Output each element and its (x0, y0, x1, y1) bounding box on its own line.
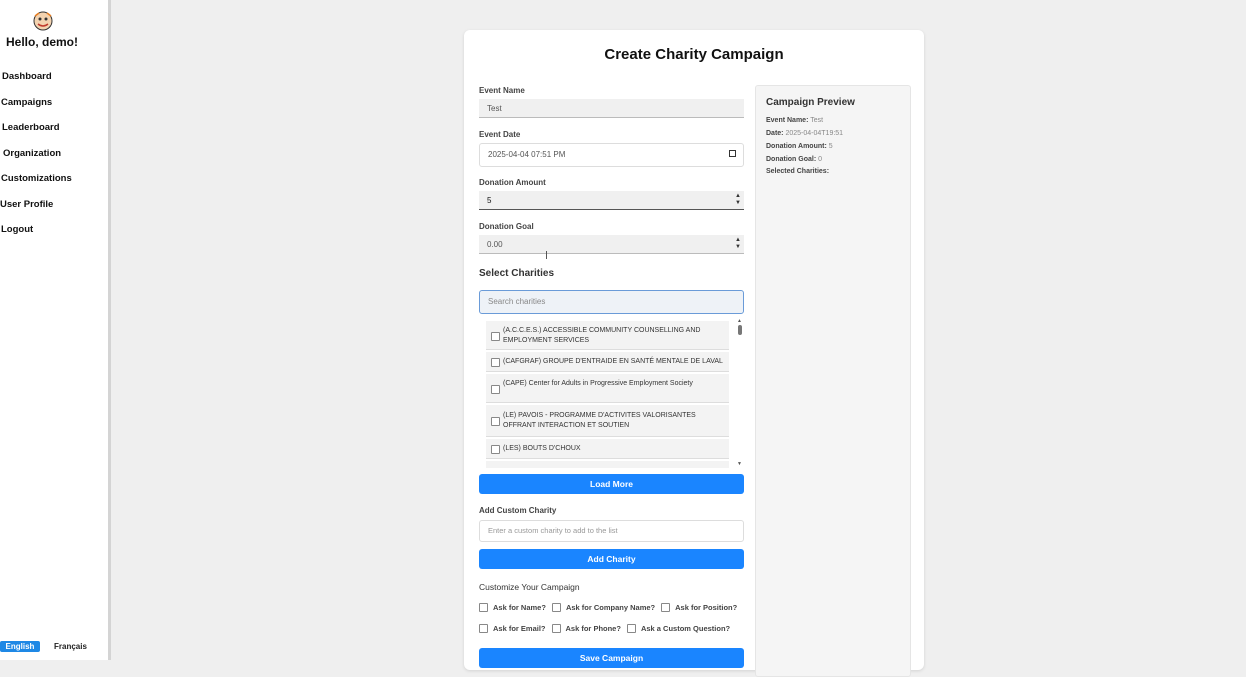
donation-goal-label: Donation Goal (479, 222, 534, 231)
calendar-icon[interactable] (729, 150, 736, 157)
sidebar-item-logout[interactable]: Logout (0, 220, 72, 246)
ask-email-option[interactable]: Ask for Email? (479, 624, 546, 633)
preview-donation-amount: Donation Amount: 5 (766, 143, 833, 150)
charity-name: (CAPE) Center for Adults in Progressive … (503, 380, 693, 387)
sidebar-item-dashboard[interactable]: Dashboard (0, 67, 72, 93)
ask-phone-option[interactable]: Ask for Phone? (551, 624, 621, 633)
charity-checkbox[interactable] (491, 332, 500, 341)
search-charities-input[interactable]: Search charities (479, 290, 744, 314)
preview-donation-goal: Donation Goal: 0 (766, 156, 823, 163)
scroll-down-icon[interactable]: ▼ (737, 461, 742, 467)
load-more-button[interactable]: Load More (479, 474, 744, 494)
text-cursor-icon (546, 251, 549, 259)
charity-checkbox[interactable] (491, 417, 500, 426)
logo-icon (33, 11, 53, 31)
ask-company-option[interactable]: Ask for Company Name? (551, 603, 655, 612)
charity-list-item[interactable] (486, 461, 729, 468)
event-name-input[interactable]: Test (479, 99, 744, 118)
customize-campaign-title: Customize Your Campaign (479, 582, 580, 592)
charity-list-item[interactable]: (CAPE) Center for Adults in Progressive … (486, 374, 729, 403)
save-campaign-button[interactable]: Save Campaign (479, 648, 744, 668)
sidebar: Hello, demo! Dashboard Campaigns Leaderb… (0, 0, 111, 660)
ask-phone-checkbox[interactable] (551, 624, 561, 633)
event-date-input[interactable]: 2025-04-04 07:51 PM (479, 143, 744, 167)
charity-checkbox[interactable] (491, 445, 500, 454)
custom-charity-input[interactable]: Enter a custom charity to add to the lis… (479, 520, 744, 542)
charity-name: (A.C.C.E.S.) ACCESSIBLE COMMUNITY COUNSE… (503, 327, 701, 344)
ask-company-checkbox[interactable] (551, 603, 561, 612)
sidebar-item-customizations[interactable]: Customizations (0, 169, 72, 195)
event-name-label: Event Name (479, 86, 525, 95)
event-date-label: Event Date (479, 130, 521, 139)
donation-goal-value: 0.00 (487, 240, 503, 249)
ask-custom-question-checkbox[interactable] (626, 624, 636, 633)
ask-position-option[interactable]: Ask for Position? (661, 603, 737, 612)
charity-list-scrollbar[interactable]: ▲ ▼ (737, 318, 743, 468)
sidebar-item-campaigns[interactable]: Campaigns (0, 93, 72, 119)
spinner-arrows-icon[interactable]: ▲ ▼ (735, 237, 741, 251)
charity-list-item[interactable]: (LES) BOUTS D'CHOUX (486, 439, 729, 459)
sidebar-item-organization[interactable]: Organization (0, 144, 72, 170)
donation-goal-input[interactable]: 0.00 ▲ ▼ (479, 235, 744, 254)
donation-amount-input[interactable]: 5 ▲ ▼ (479, 191, 744, 210)
add-charity-button[interactable]: Add Charity (479, 549, 744, 569)
customize-options-row: Ask for Email? Ask for Phone? Ask a Cust… (479, 624, 736, 633)
create-campaign-card: Create Charity Campaign Event Name Test … (464, 30, 924, 677)
language-french-button[interactable]: Français (50, 641, 91, 652)
sidebar-item-user-profile[interactable]: User Profile (0, 195, 72, 221)
campaign-preview-panel: Campaign Preview Event Name: Test Date: … (755, 85, 911, 677)
charity-checkbox[interactable] (491, 385, 500, 394)
ask-position-checkbox[interactable] (661, 603, 671, 612)
ask-name-option[interactable]: Ask for Name? (479, 603, 546, 612)
charity-name: (LE) PAVOIS - PROGRAMME D'ACTIVITES VALO… (503, 412, 696, 429)
preview-date: Date: 2025-04-04T19:51 (766, 130, 844, 137)
donation-amount-label: Donation Amount (479, 178, 546, 187)
greeting: Hello, demo! (5, 35, 78, 49)
preview-title: Campaign Preview (766, 97, 855, 108)
add-custom-charity-label: Add Custom Charity (479, 506, 557, 515)
charity-name: (LES) BOUTS D'CHOUX (503, 445, 581, 452)
charity-list-item[interactable]: (A.C.C.E.S.) ACCESSIBLE COMMUNITY COUNSE… (486, 321, 729, 350)
event-date-value: 2025-04-04 07:51 PM (488, 150, 566, 159)
page-title: Create Charity Campaign (604, 46, 784, 63)
donation-amount-value: 5 (487, 196, 492, 205)
select-charities-title: Select Charities (479, 268, 555, 279)
scrollbar-thumb[interactable] (738, 325, 742, 335)
ask-email-checkbox[interactable] (479, 624, 488, 633)
charity-name: (CAFGRAF) GROUPE D'ENTRAIDE EN SANTÉ MEN… (503, 358, 723, 365)
customize-options-row: Ask for Name? Ask for Company Name? Ask … (479, 603, 743, 612)
preview-selected-charities: Selected Charities: (766, 168, 830, 175)
ask-custom-question-option[interactable]: Ask a Custom Question? (626, 624, 730, 633)
charity-list-item[interactable]: (LE) PAVOIS - PROGRAMME D'ACTIVITES VALO… (486, 405, 729, 437)
preview-event-name: Event Name: Test (766, 117, 824, 124)
scroll-up-icon[interactable]: ▲ (737, 318, 742, 324)
charity-list[interactable]: (A.C.C.E.S.) ACCESSIBLE COMMUNITY COUNSE… (479, 318, 744, 468)
language-english-button[interactable]: English (0, 641, 40, 652)
ask-name-checkbox[interactable] (479, 603, 488, 612)
charity-list-item[interactable]: (CAFGRAF) GROUPE D'ENTRAIDE EN SANTÉ MEN… (486, 352, 729, 372)
sidebar-item-leaderboard[interactable]: Leaderboard (0, 118, 72, 144)
spinner-arrows-icon[interactable]: ▲ ▼ (735, 193, 741, 207)
sidebar-nav: Dashboard Campaigns Leaderboard Organiza… (0, 67, 72, 246)
charity-checkbox[interactable] (491, 358, 500, 367)
language-switcher: English Français (0, 641, 91, 652)
